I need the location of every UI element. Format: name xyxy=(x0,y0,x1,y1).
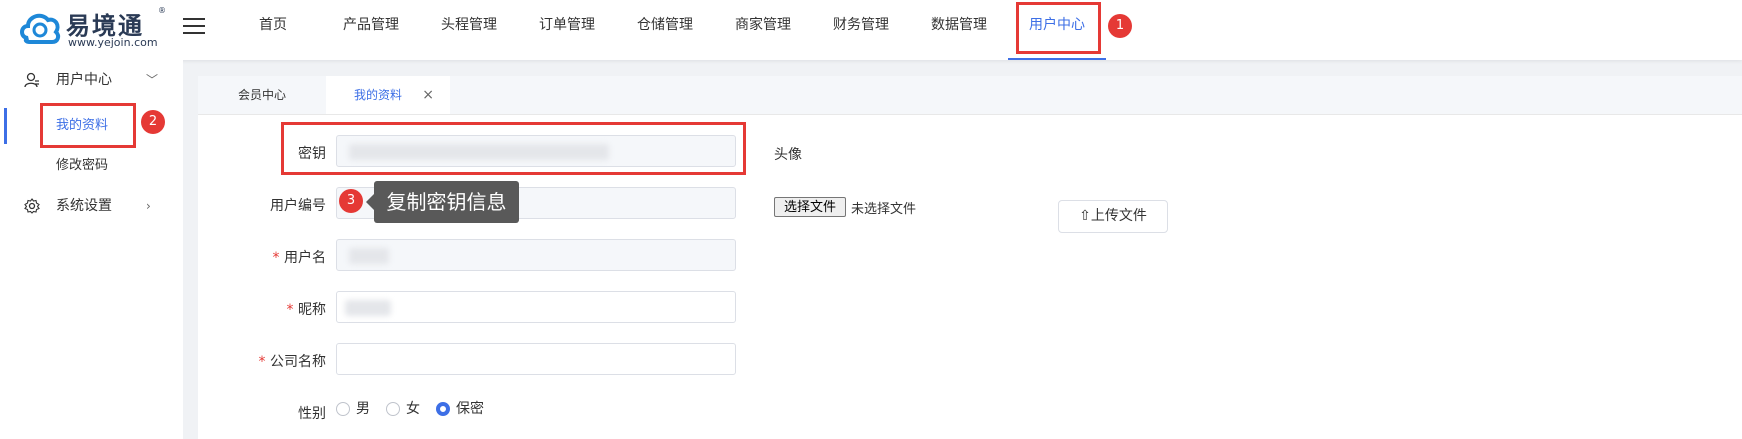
sidebar-group-label: 用户中心 xyxy=(56,72,112,88)
nav-merchants[interactable]: 商家管理 xyxy=(718,0,808,58)
nav-first-leg[interactable]: 头程管理 xyxy=(424,0,514,58)
nickname-label: * 昵称 xyxy=(286,302,326,318)
nav-orders[interactable]: 订单管理 xyxy=(522,0,612,58)
tab-my-profile[interactable]: 我的资料 × xyxy=(326,76,450,114)
redacted-value xyxy=(345,300,391,316)
close-icon[interactable]: × xyxy=(422,76,434,114)
nickname-field[interactable] xyxy=(336,291,736,323)
top-bar: 易境通 ® www.yejoin.com 首页 产品管理 头程管理 订单管理 仓… xyxy=(0,0,1742,60)
tab-member-center[interactable]: 会员中心 xyxy=(198,76,326,114)
upload-file-button[interactable]: ⇧上传文件 xyxy=(1058,200,1168,233)
user-no-label: 用户编号 xyxy=(270,198,326,214)
gender-option-label: 保密 xyxy=(456,401,484,417)
gender-label: 性别 xyxy=(298,406,326,422)
company-label: * 公司名称 xyxy=(258,354,326,370)
redacted-value xyxy=(349,248,389,264)
sidebar-group-user-center[interactable]: 用户中心 ﹀ xyxy=(0,62,183,98)
username-field[interactable] xyxy=(336,239,736,271)
gender-radio-female[interactable] xyxy=(386,402,400,416)
cloud-logo-icon xyxy=(20,13,61,44)
tab-strip: 会员中心 我的资料 × xyxy=(198,76,1742,115)
nav-home[interactable]: 首页 xyxy=(228,0,318,58)
sidebar-group-label: 系统设置 xyxy=(56,198,112,214)
user-icon xyxy=(24,72,39,88)
logo[interactable]: 易境通 ® www.yejoin.com xyxy=(18,6,168,52)
gear-icon xyxy=(24,198,40,214)
upload-icon: ⇧ xyxy=(1079,208,1091,224)
highlight-box-sidebar xyxy=(40,103,136,148)
gender-radio-male[interactable] xyxy=(336,402,350,416)
gender-option-label: 女 xyxy=(406,401,420,417)
copy-key-tooltip: 复制密钥信息 xyxy=(366,181,519,223)
nav-warehouse[interactable]: 仓储管理 xyxy=(620,0,710,58)
username-label: * 用户名 xyxy=(272,250,326,266)
choose-file-button[interactable]: 选择文件 xyxy=(774,197,846,217)
brand-registered-mark: ® xyxy=(158,6,166,15)
chevron-right-icon: › xyxy=(146,199,151,213)
highlight-box-nav xyxy=(1016,2,1101,54)
gender-radio-secret[interactable] xyxy=(436,402,450,416)
step-badge-2: 2 xyxy=(141,110,165,134)
brand-url: www.yejoin.com xyxy=(68,36,158,49)
nav-data[interactable]: 数据管理 xyxy=(914,0,1004,58)
no-file-text: 未选择文件 xyxy=(851,202,917,217)
sidebar-group-system-settings[interactable]: 系统设置 › xyxy=(0,188,183,224)
sidebar-item-label: 修改密码 xyxy=(56,158,109,173)
menu-toggle-icon[interactable] xyxy=(183,18,205,38)
step-badge-1: 1 xyxy=(1108,14,1132,38)
highlight-box-key xyxy=(281,122,746,175)
step-badge-3: 3 xyxy=(339,189,363,213)
avatar-label: 头像 xyxy=(774,147,802,163)
gender-option-label: 男 xyxy=(356,401,370,417)
nav-finance[interactable]: 财务管理 xyxy=(816,0,906,58)
tab-label: 我的资料 xyxy=(354,88,403,102)
sidebar-item-change-password[interactable]: 修改密码 xyxy=(0,148,183,184)
chevron-down-icon: ﹀ xyxy=(146,73,159,87)
nav-products[interactable]: 产品管理 xyxy=(326,0,416,58)
company-field[interactable] xyxy=(336,343,736,375)
